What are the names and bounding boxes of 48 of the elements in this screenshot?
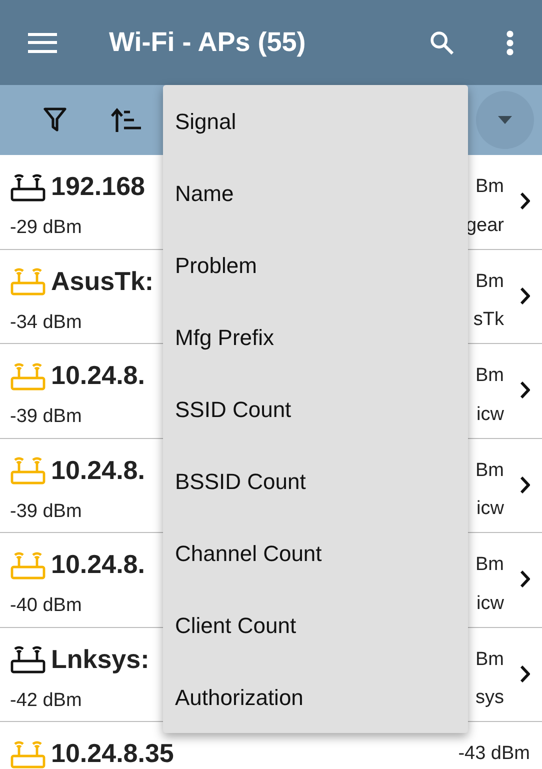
chevron-right-icon[interactable] [520,381,530,399]
menu-item[interactable]: Name [163,157,468,229]
chevron-right-icon[interactable] [520,664,530,682]
signal-reading: Bm [476,553,504,577]
ap-name: 192.168 [51,170,145,203]
menu-item[interactable]: Problem [163,229,468,301]
signal-reading: Bm [476,648,504,672]
signal-reading: Bm [476,270,504,294]
menu-item[interactable]: Signal [163,85,468,157]
menu-item[interactable]: SSID Count [163,373,468,445]
chevron-right-icon[interactable] [520,570,530,588]
vendor-name: sys [476,686,504,710]
more-icon[interactable] [506,30,514,56]
menu-item[interactable]: BSSID Count [163,445,468,517]
signal-strength: -34 dBm [10,310,83,334]
chevron-right-icon[interactable] [520,476,530,494]
ap-name: 10.24.8.35 [51,737,174,769]
signal-strength: -40 dBm [10,594,83,618]
signal-reading: -43 dBm [458,742,530,766]
ap-name: 10.24.8. [51,548,145,581]
ap-name: 10.24.8. [51,359,145,392]
menu-item[interactable]: Mfg Prefix [163,301,468,373]
search-icon[interactable] [428,28,456,56]
dropdown-caret-icon [498,116,512,124]
signal-reading: Bm [476,175,504,199]
vendor-name: gear [466,214,504,238]
menu-item[interactable]: Client Count [163,589,468,661]
chevron-right-icon[interactable] [520,286,530,304]
vendor-name: icw [476,497,504,521]
vendor-name: icw [476,402,504,426]
filter-icon[interactable] [43,107,67,133]
menu-item[interactable]: Authorization [163,661,468,733]
sort-icon[interactable] [111,108,143,132]
vendor-name: icw [476,592,504,616]
app-title: Wi-Fi - APs (55) [109,26,306,60]
chevron-right-icon[interactable] [520,192,530,210]
ap-name: 10.24.8. [51,454,145,486]
signal-strength: -29 dBm [10,216,83,240]
signal-strength: -39 dBm [10,405,83,429]
ap-name: AsusTk: [51,264,154,298]
ap-name: Lnksys: [51,642,150,676]
menu-item[interactable]: Channel Count [163,517,468,589]
signal-reading: Bm [476,458,504,482]
vendor-name: sTk [473,308,504,332]
menu-icon[interactable] [28,32,57,52]
signal-strength: -39 dBm [10,500,83,524]
signal-strength: -42 dBm [10,688,83,712]
signal-reading: Bm [476,364,504,388]
